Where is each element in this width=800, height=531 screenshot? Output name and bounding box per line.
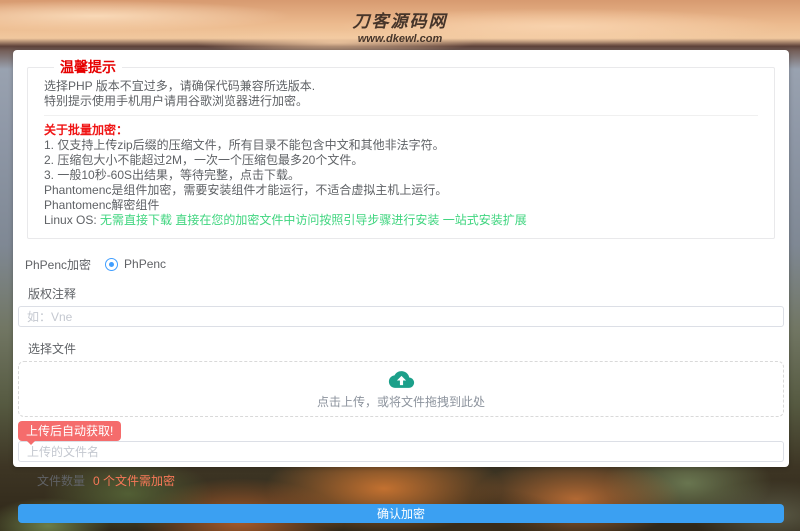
phpenc-radio[interactable]: [105, 258, 118, 271]
batch-line: 3. 一般10秒-60S出结果，等待完整，点击下载。: [44, 168, 758, 182]
confirm-encrypt-button[interactable]: 确认加密: [18, 504, 784, 523]
main-card: 温馨提示 选择PHP 版本不宜过多，请确保代码兼容所选版本. 特别提示使用手机用…: [13, 50, 789, 467]
copyright-label: 版权注释: [28, 285, 784, 302]
copyright-input[interactable]: [18, 306, 784, 327]
phpenc-radio-label[interactable]: PhPenc: [124, 257, 166, 271]
site-url: www.dkewl.com: [0, 33, 800, 45]
install-guide-link[interactable]: 无需直接下载 直接在您的加密文件中访问按照引导步骤进行安装 一站式安装扩展: [100, 213, 527, 227]
notice-legend: 温馨提示: [54, 57, 122, 77]
encryption-group-label: PhPenc加密: [25, 256, 91, 273]
notice-panel: 温馨提示 选择PHP 版本不宜过多，请确保代码兼容所选版本. 特别提示使用手机用…: [27, 57, 775, 239]
auto-fetch-badge: 上传后自动获取!: [18, 421, 121, 441]
upload-hint-text: 点击上传，或将文件拖拽到此处: [317, 393, 485, 410]
filename-input[interactable]: [18, 441, 784, 462]
linux-line: Linux OS: 无需直接下载 直接在您的加密文件中访问按照引导步骤进行安装 …: [44, 213, 758, 227]
batch-title: 关于批量加密：: [44, 123, 758, 137]
notice-divider: [44, 115, 758, 116]
notice-line: 选择PHP 版本不宜过多，请确保代码兼容所选版本.: [44, 79, 758, 93]
batch-line: Phantomenc解密组件: [44, 198, 758, 212]
select-file-label: 选择文件: [28, 340, 784, 357]
batch-line: 2. 压缩包大小不能超过2M，一次一个压缩包最多20个文件。: [44, 153, 758, 167]
linux-os-label: Linux OS:: [44, 213, 97, 227]
notice-line: 特别提示使用手机用户请用谷歌浏览器进行加密。: [44, 94, 758, 108]
file-count-value: 0 个文件需加密: [93, 472, 175, 489]
file-count-row: 文件数量 0 个文件需加密: [37, 472, 784, 489]
file-count-label: 文件数量: [37, 472, 85, 489]
site-header: 刀客源码网 www.dkewl.com: [0, 7, 800, 45]
radio-dot-icon: [109, 262, 114, 267]
encryption-type-row: PhPenc加密 PhPenc: [25, 256, 784, 272]
batch-line: Phantomenc是组件加密，需要安装组件才能运行，不适合虚拟主机上运行。: [44, 183, 758, 197]
cloud-upload-icon: [388, 369, 415, 390]
site-logo: 刀客源码网: [0, 7, 800, 32]
upload-dropzone[interactable]: 点击上传，或将文件拖拽到此处: [18, 361, 784, 417]
batch-line: 1. 仅支持上传zip后缀的压缩文件，所有目录不能包含中文和其他非法字符。: [44, 138, 758, 152]
